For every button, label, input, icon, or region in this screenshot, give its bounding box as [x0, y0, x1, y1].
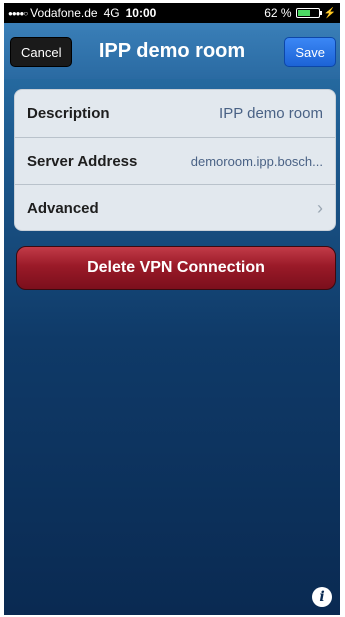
bolt-icon: ⚡ [323, 7, 336, 19]
server-address-field[interactable]: demoroom.ipp.bosch... [191, 154, 323, 169]
battery-icon [295, 8, 322, 18]
advanced-label: Advanced [27, 199, 99, 217]
server-address-row[interactable]: Server Address demoroom.ipp.bosch... [15, 137, 335, 184]
settings-group: Description IPP demo room Server Address… [14, 89, 336, 231]
status-bar: ●●●●○ Vodafone.de 4G 10:00 62 % ⚡ [4, 3, 340, 23]
save-button[interactable]: Save [284, 37, 336, 67]
chevron-right-icon: › [317, 197, 323, 218]
delete-vpn-button[interactable]: Delete VPN Connection [16, 246, 336, 290]
description-label: Description [27, 105, 110, 122]
clock: 10:00 [125, 6, 157, 20]
page-title: IPP demo room [98, 39, 246, 62]
battery-percent: 62 % [264, 6, 292, 20]
advanced-row[interactable]: Advanced › [15, 184, 335, 231]
phone-screen: ●●●●○ Vodafone.de 4G 10:00 62 % ⚡ Cancel… [4, 3, 340, 615]
description-field[interactable]: IPP demo room [219, 105, 323, 122]
signal-strength-icon: ●●●●○ [8, 8, 28, 18]
server-address-label: Server Address [27, 152, 138, 170]
description-row[interactable]: Description IPP demo room [15, 90, 335, 137]
cancel-button[interactable]: Cancel [10, 37, 73, 67]
info-icon[interactable]: i [312, 587, 332, 607]
network-type: 4G [103, 6, 120, 20]
carrier-label: Vodafone.de [30, 6, 98, 20]
battery-area: 62 % ⚡ [264, 6, 336, 20]
navigation-bar: Cancel IPP demo room Save [4, 23, 340, 79]
